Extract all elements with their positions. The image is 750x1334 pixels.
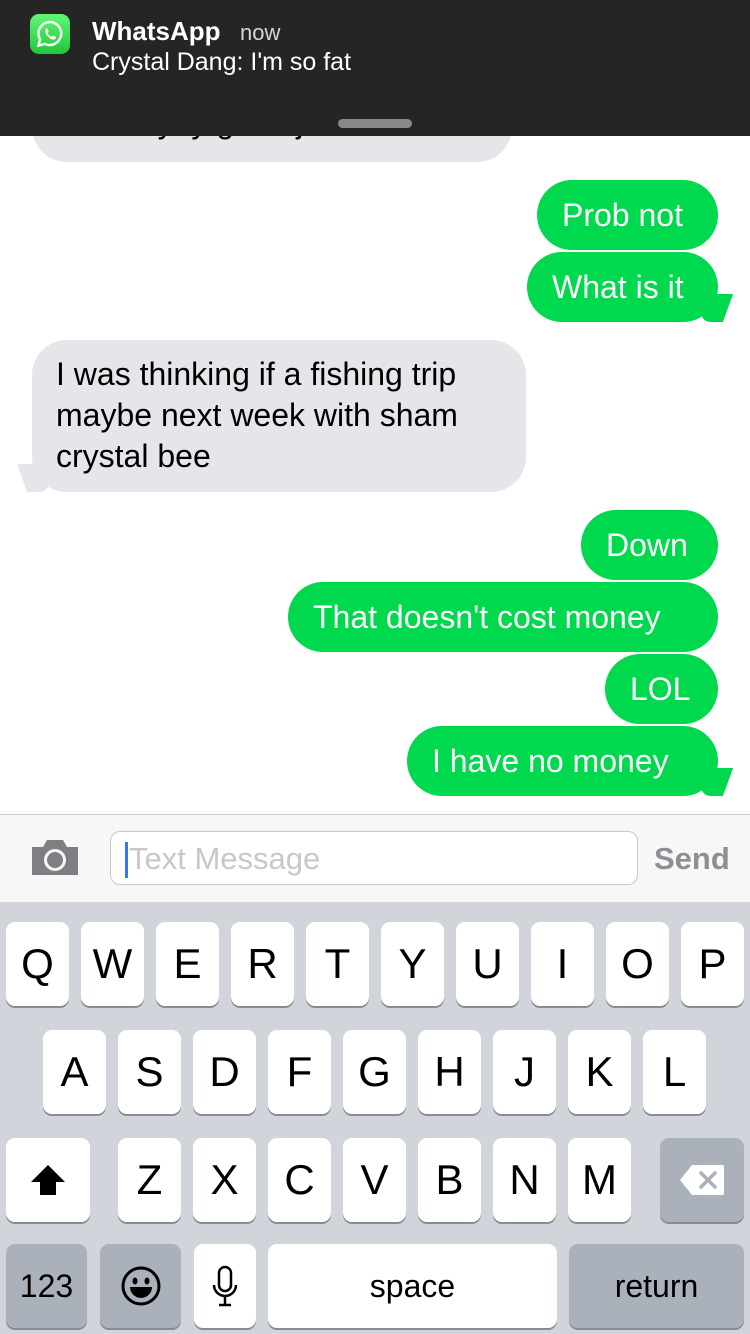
key-c[interactable]: C	[268, 1138, 331, 1222]
whatsapp-icon	[30, 14, 70, 54]
emoji-icon	[121, 1266, 160, 1306]
message-text: What is it	[552, 269, 684, 305]
key-s[interactable]: S	[118, 1030, 181, 1114]
message-bubble-outgoing[interactable]: LOL	[605, 654, 718, 724]
key-p[interactable]: P	[681, 922, 744, 1006]
keyboard: Q W E R T Y U I O P A S D F G H J K L Z …	[0, 902, 750, 1334]
key-q[interactable]: Q	[6, 922, 69, 1006]
key-r[interactable]: R	[231, 922, 294, 1006]
message-line: crystal bee	[56, 438, 211, 474]
notification-banner[interactable]: WhatsApp now Crystal Dang: I'm so fat	[0, 0, 750, 136]
notification-time: now	[240, 20, 281, 45]
text-caret	[125, 842, 128, 878]
message-input-bar: Text Message Send	[0, 814, 750, 902]
key-f[interactable]: F	[268, 1030, 331, 1114]
key-m[interactable]: M	[568, 1138, 631, 1222]
return-key[interactable]: return	[569, 1244, 744, 1328]
key-l[interactable]: L	[643, 1030, 706, 1114]
key-o[interactable]: O	[606, 922, 669, 1006]
message-bubble-outgoing[interactable]: That doesn't cost money	[288, 582, 718, 652]
key-g[interactable]: G	[343, 1030, 406, 1114]
key-u[interactable]: U	[456, 922, 519, 1006]
message-text: I have no money	[432, 743, 669, 779]
numbers-key[interactable]: 123	[6, 1244, 87, 1328]
key-t[interactable]: T	[306, 922, 369, 1006]
message-line: maybe next week with sham	[56, 397, 458, 433]
camera-icon[interactable]	[30, 837, 80, 877]
dictation-key[interactable]	[194, 1244, 256, 1328]
microphone-icon	[212, 1265, 238, 1307]
delete-icon	[680, 1165, 724, 1195]
message-bubble-incoming[interactable]: I was thinking if a fishing trip maybe n…	[32, 340, 526, 492]
key-y[interactable]: Y	[381, 922, 444, 1006]
text-message-input[interactable]: Text Message	[110, 831, 638, 885]
key-h[interactable]: H	[418, 1030, 481, 1114]
message-bubble-outgoing[interactable]: I have no money	[407, 726, 718, 796]
key-x[interactable]: X	[193, 1138, 256, 1222]
banner-grabber-handle[interactable]	[338, 119, 412, 128]
key-z[interactable]: Z	[118, 1138, 181, 1222]
key-v[interactable]: V	[343, 1138, 406, 1222]
message-bubble-outgoing[interactable]: Prob not	[537, 180, 718, 250]
message-text: Down	[606, 527, 688, 563]
message-line: I was thinking if a fishing trip	[56, 356, 457, 392]
input-placeholder: Text Message	[129, 841, 321, 876]
key-i[interactable]: I	[531, 922, 594, 1006]
key-a[interactable]: A	[43, 1030, 106, 1114]
shift-icon	[31, 1165, 65, 1195]
shift-key[interactable]	[6, 1138, 90, 1222]
notification-message: Crystal Dang: I'm so fat	[92, 48, 352, 76]
message-text: Prob not	[562, 197, 683, 233]
key-e[interactable]: E	[156, 922, 219, 1006]
key-j[interactable]: J	[493, 1030, 556, 1114]
send-button[interactable]: Send	[654, 841, 730, 877]
key-b[interactable]: B	[418, 1138, 481, 1222]
key-k[interactable]: K	[568, 1030, 631, 1114]
key-d[interactable]: D	[193, 1030, 256, 1114]
message-text: That doesn't cost money	[313, 599, 661, 635]
message-bubble-outgoing[interactable]: Down	[581, 510, 718, 580]
space-key[interactable]: space	[268, 1244, 557, 1328]
message-bubble-outgoing[interactable]: What is it	[527, 252, 718, 322]
notification-app-name: WhatsApp	[92, 16, 221, 46]
delete-key[interactable]	[660, 1138, 744, 1222]
key-n[interactable]: N	[493, 1138, 556, 1222]
emoji-key[interactable]	[100, 1244, 181, 1328]
message-text: LOL	[630, 671, 691, 707]
key-w[interactable]: W	[81, 922, 144, 1006]
